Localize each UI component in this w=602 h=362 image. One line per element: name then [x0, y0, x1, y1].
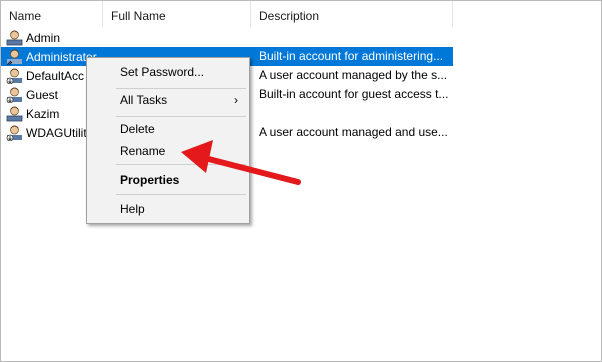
- red-arrow-annotation-icon: [181, 140, 301, 185]
- users-list-pane: Name Full Name Description Admin Adminis…: [0, 0, 602, 362]
